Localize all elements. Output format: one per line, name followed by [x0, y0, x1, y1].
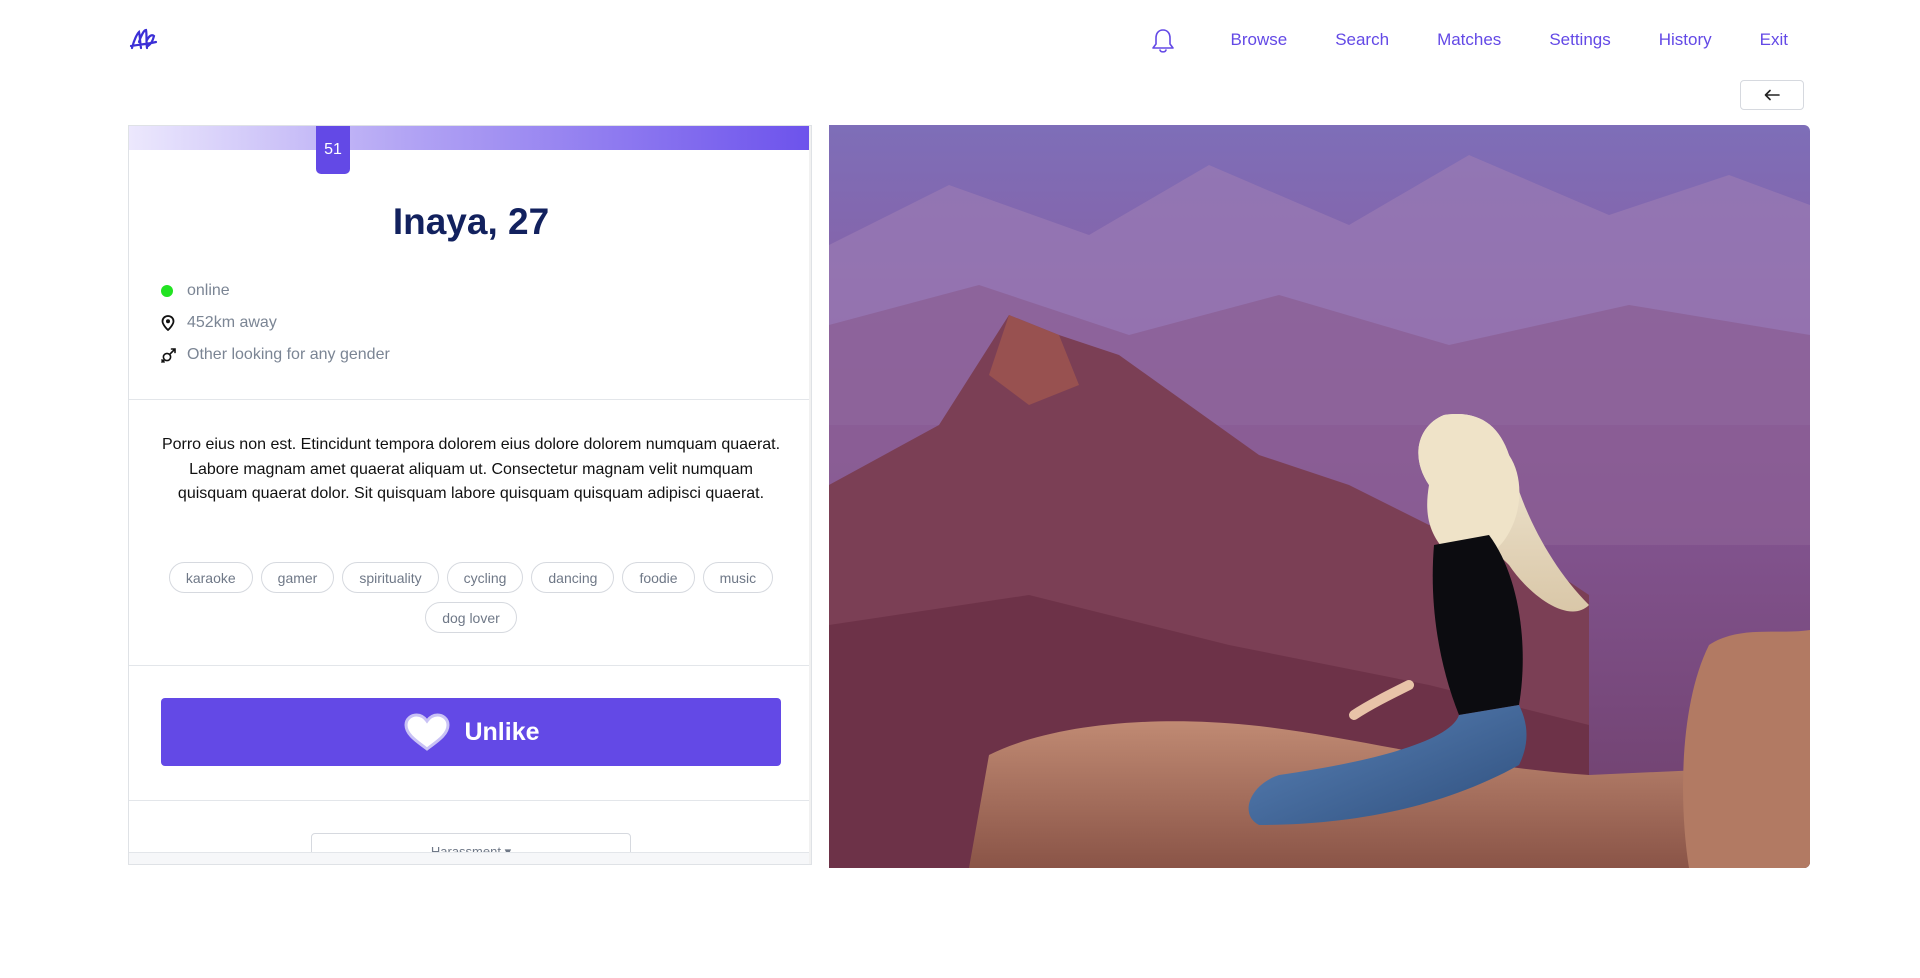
profile-name: Inaya, 27 — [392, 201, 550, 242]
online-dot-icon — [161, 285, 181, 297]
profile-info-list: online 452km away Other looking for any … — [161, 275, 781, 371]
heart-logo-icon[interactable] — [128, 26, 158, 54]
location-pin-icon — [161, 315, 181, 331]
profile-photo-image — [829, 125, 1810, 868]
tag-music: music — [702, 562, 774, 593]
nav-browse-link[interactable]: Browse — [1231, 30, 1288, 50]
divider — [129, 399, 811, 400]
profile-photo — [829, 125, 1810, 868]
status-row: online — [161, 275, 781, 307]
interest-tags: karaoke gamer spirituality cycling danci… — [161, 562, 781, 633]
divider — [129, 665, 811, 666]
tag-dancing: dancing — [531, 562, 615, 593]
orientation-row: Other looking for any gender — [161, 339, 781, 371]
top-navbar: Browse Search Matches Settings History E… — [0, 0, 1920, 80]
nav-matches-link[interactable]: Matches — [1437, 30, 1501, 50]
nav-search-link[interactable]: Search — [1335, 30, 1389, 50]
score-badge: 51 — [316, 126, 350, 174]
gender-icon — [161, 347, 181, 363]
unlike-button[interactable]: Unlike — [161, 698, 781, 766]
tag-foodie: foodie — [622, 562, 695, 593]
tag-cycling: cycling — [446, 562, 524, 593]
divider — [129, 800, 811, 801]
distance-text: 452km away — [187, 314, 277, 331]
arrow-left-icon — [1764, 89, 1780, 101]
nav-settings-link[interactable]: Settings — [1549, 30, 1610, 50]
tag-karaoke: karaoke — [168, 562, 253, 593]
tag-dog-lover: dog lover — [425, 602, 517, 633]
nav-links: Browse Search Matches Settings History E… — [1231, 0, 1789, 80]
status-text: online — [187, 282, 230, 299]
card-scrollbar[interactable] — [809, 126, 811, 864]
profile-bio: Porro eius non est. Etincidunt tempora d… — [161, 436, 781, 502]
profile-card: 51 Inaya, 27 online 452km away Other loo… — [128, 125, 812, 865]
tag-spirituality: spirituality — [342, 562, 439, 593]
card-footer — [129, 852, 811, 864]
tag-gamer: gamer — [260, 562, 335, 593]
unlike-button-label: Unlike — [464, 717, 540, 746]
heart-icon — [404, 713, 450, 751]
back-button[interactable] — [1740, 80, 1804, 110]
nav-history-link[interactable]: History — [1659, 30, 1712, 50]
orientation-text: Other looking for any gender — [187, 346, 390, 363]
card-header-gradient — [129, 126, 811, 150]
distance-row: 452km away — [161, 307, 781, 339]
nav-exit-link[interactable]: Exit — [1760, 30, 1788, 50]
bell-icon[interactable] — [1150, 27, 1176, 55]
